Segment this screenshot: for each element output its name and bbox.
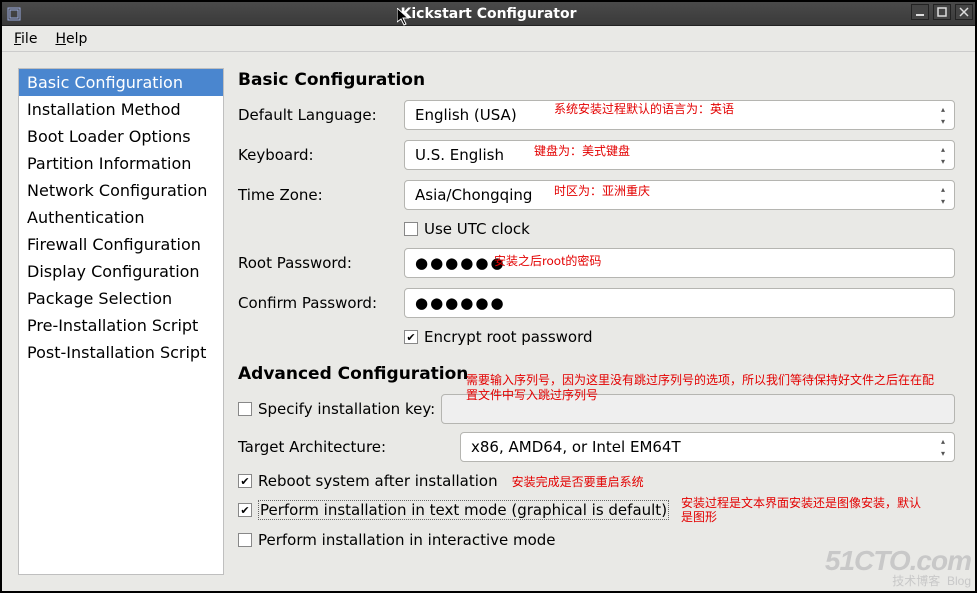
root-password-input[interactable]: ●●●●●● [404, 248, 955, 278]
sidebar-item-display-configuration[interactable]: Display Configuration [19, 258, 223, 285]
keyboard-select[interactable]: U.S. English ▴▾ [404, 140, 955, 170]
use-utc-checkbox[interactable] [404, 222, 418, 236]
window-title: Kickstart Configurator [401, 6, 577, 22]
reboot-note: 安装完成是否要重启系统 [512, 473, 644, 490]
reboot-checkbox[interactable]: ✔ [238, 474, 252, 488]
installation-key-input[interactable] [441, 394, 955, 424]
sidebar-item-basic-configuration[interactable]: Basic Configuration [19, 69, 223, 96]
chevron-updown-icon: ▴▾ [934, 143, 952, 167]
chevron-updown-icon: ▴▾ [934, 183, 952, 207]
app-icon [6, 6, 22, 22]
watermark: 51CTO.com 技术博客 Blog [825, 547, 971, 587]
sidebar-item-partition-information[interactable]: Partition Information [19, 150, 223, 177]
sidebar-item-firewall-configuration[interactable]: Firewall Configuration [19, 231, 223, 258]
titlebar: Kickstart Configurator [2, 2, 975, 26]
default-language-select[interactable]: English (USA) ▴▾ [404, 100, 955, 130]
use-utc-label: Use UTC clock [424, 220, 530, 238]
close-button[interactable] [955, 4, 973, 20]
keyboard-value: U.S. English [415, 146, 504, 164]
sidebar-item-pre-installation-script[interactable]: Pre-Installation Script [19, 312, 223, 339]
sidebar-item-boot-loader-options[interactable]: Boot Loader Options [19, 123, 223, 150]
main-panel: Basic Configuration Default Language: En… [234, 68, 959, 575]
sidebar-item-network-configuration[interactable]: Network Configuration [19, 177, 223, 204]
reboot-label: Reboot system after installation [258, 472, 498, 490]
sidebar-item-package-selection[interactable]: Package Selection [19, 285, 223, 312]
encrypt-root-label: Encrypt root password [424, 328, 593, 346]
text-mode-label: Perform installation in text mode (graph… [258, 500, 669, 520]
maximize-button[interactable] [933, 4, 951, 20]
text-mode-note: 安装过程是文本界面安装还是图像安装，默认是图形 [681, 496, 931, 525]
basic-configuration-heading: Basic Configuration [238, 70, 955, 90]
chevron-updown-icon: ▴▾ [934, 435, 952, 459]
target-architecture-value: x86, AMD64, or Intel EM64T [471, 438, 681, 456]
default-language-label: Default Language: [238, 106, 398, 124]
text-mode-checkbox[interactable]: ✔ [238, 503, 252, 517]
specify-key-checkbox[interactable] [238, 402, 252, 416]
timezone-label: Time Zone: [238, 186, 398, 204]
confirm-password-value: ●●●●●● [415, 294, 506, 312]
root-password-value: ●●●●●● [415, 254, 506, 272]
target-architecture-label: Target Architecture: [238, 438, 454, 456]
target-architecture-select[interactable]: x86, AMD64, or Intel EM64T ▴▾ [460, 432, 955, 462]
specify-key-label: Specify installation key: [258, 400, 435, 418]
timezone-select[interactable]: Asia/Chongqing ▴▾ [404, 180, 955, 210]
confirm-password-input[interactable]: ●●●●●● [404, 288, 955, 318]
default-language-value: English (USA) [415, 106, 517, 124]
timezone-value: Asia/Chongqing [415, 186, 532, 204]
chevron-updown-icon: ▴▾ [934, 103, 952, 127]
minimize-button[interactable] [911, 4, 929, 20]
sidebar-item-authentication[interactable]: Authentication [19, 204, 223, 231]
sidebar: Basic Configuration Installation Method … [18, 68, 224, 575]
interactive-mode-label: Perform installation in interactive mode [258, 531, 556, 549]
sidebar-item-post-installation-script[interactable]: Post-Installation Script [19, 339, 223, 366]
advanced-configuration-heading: Advanced Configuration [238, 364, 955, 384]
menu-help[interactable]: Help [49, 29, 93, 49]
confirm-password-label: Confirm Password: [238, 294, 398, 312]
encrypt-root-checkbox[interactable]: ✔ [404, 330, 418, 344]
menu-file[interactable]: File [8, 29, 43, 49]
root-password-label: Root Password: [238, 254, 398, 272]
menubar: File Help [2, 26, 975, 52]
keyboard-label: Keyboard: [238, 146, 398, 164]
interactive-mode-checkbox[interactable] [238, 533, 252, 547]
sidebar-item-installation-method[interactable]: Installation Method [19, 96, 223, 123]
watermark-big: 51CTO.com [825, 547, 971, 575]
